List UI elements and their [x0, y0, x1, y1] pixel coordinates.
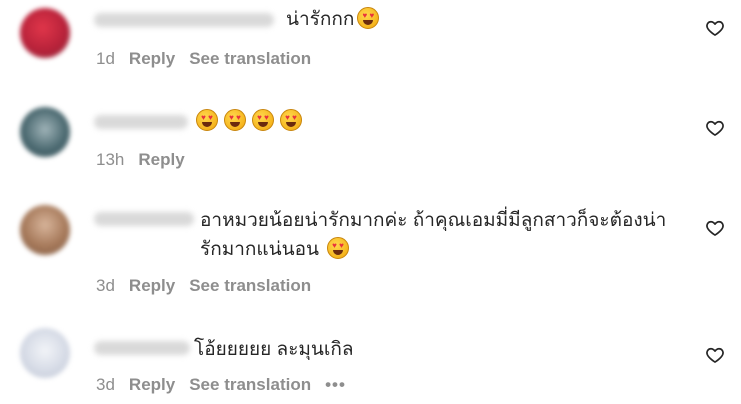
avatar[interactable] — [20, 205, 70, 255]
comment-text: ♥ ♥ ♥ ♥ ♥ ♥ ♥ ♥ — [192, 107, 302, 136]
comment-text-line-2: รักมากแน่นอน — [200, 239, 320, 260]
like-heart-icon[interactable] — [705, 218, 725, 238]
avatar[interactable] — [20, 107, 70, 157]
comment-meta: 1d Reply See translation — [96, 49, 325, 69]
heart-eyes-emoji-icon: ♥ ♥ — [252, 109, 274, 131]
comment-1: น่ารักกก ♥ ♥ 1d Reply See translation — [0, 0, 741, 95]
reply-button[interactable]: Reply — [129, 49, 175, 68]
comment-text: น่ารักกก ♥ ♥ — [286, 5, 380, 34]
like-heart-icon[interactable] — [705, 118, 725, 138]
username-blurred[interactable] — [94, 13, 274, 27]
comment-text-line-1: อาหมวยน้อยน่ารักมากค่ะ ถ้าคุณเอมมี่มีลูก… — [200, 210, 667, 231]
see-translation-button[interactable]: See translation — [189, 276, 311, 295]
comment-2: ♥ ♥ ♥ ♥ ♥ ♥ ♥ ♥ 13h Reply — [0, 95, 741, 195]
like-heart-icon[interactable] — [705, 345, 725, 365]
comment-text: โอ้ยยยยย ละมุนเกิล — [194, 335, 354, 364]
comment-text-content: น่ารักกก — [286, 9, 355, 30]
more-options-icon[interactable]: ••• — [325, 375, 346, 394]
heart-eyes-emoji-icon: ♥ ♥ — [196, 109, 218, 131]
heart-eyes-emoji-icon: ♥ ♥ — [280, 109, 302, 131]
reply-button[interactable]: Reply — [138, 150, 184, 169]
username-blurred[interactable] — [94, 115, 188, 129]
comment-meta: 13h Reply — [96, 150, 199, 170]
avatar[interactable] — [20, 8, 70, 58]
see-translation-button[interactable]: See translation — [189, 49, 311, 68]
reply-button[interactable]: Reply — [129, 375, 175, 394]
comment-text-content: โอ้ยยยยย ละมุนเกิล — [194, 339, 354, 360]
heart-eyes-emoji-icon: ♥ ♥ — [357, 7, 380, 29]
comment-4: โอ้ยยยยย ละมุนเกิล 3d Reply See translatio… — [0, 310, 741, 404]
username-blurred[interactable] — [94, 341, 190, 355]
see-translation-button[interactable]: See translation — [189, 375, 311, 394]
timestamp: 3d — [96, 276, 115, 295]
username-blurred[interactable] — [94, 212, 194, 226]
comment-meta: 3d Reply See translation — [96, 276, 325, 296]
comment-text: อาหมวยน้อยน่ารักมากค่ะ ถ้าคุณเอมมี่มีลูก… — [200, 206, 690, 264]
timestamp: 3d — [96, 375, 115, 394]
comment-meta: 3d Reply See translation ••• — [96, 375, 360, 395]
comment-3: อาหมวยน้อยน่ารักมากค่ะ ถ้าคุณเอมมี่มีลูก… — [0, 195, 741, 310]
heart-eyes-emoji-icon: ♥ ♥ — [327, 237, 350, 259]
timestamp: 1d — [96, 49, 115, 68]
timestamp: 13h — [96, 150, 125, 169]
heart-eyes-emoji-icon: ♥ ♥ — [224, 109, 246, 131]
avatar[interactable] — [20, 328, 70, 378]
like-heart-icon[interactable] — [705, 18, 725, 38]
reply-button[interactable]: Reply — [129, 276, 175, 295]
